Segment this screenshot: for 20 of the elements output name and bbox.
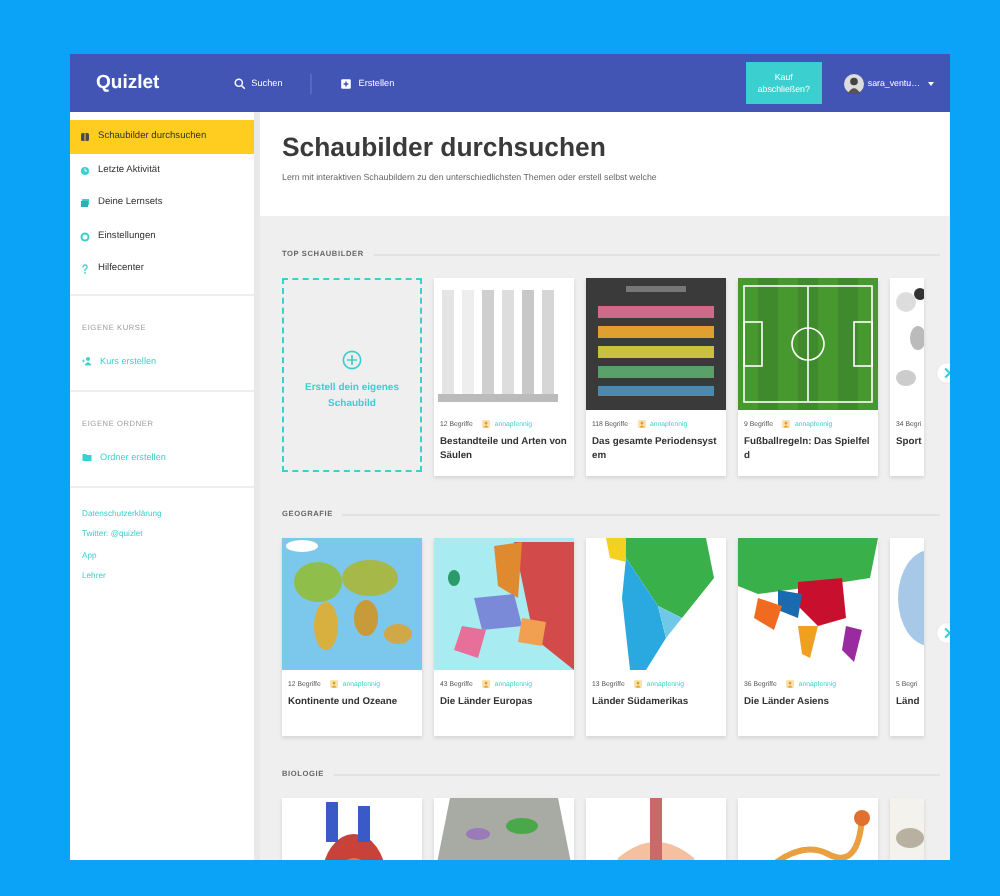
add-icon — [342, 350, 362, 371]
search-icon — [233, 77, 246, 89]
page-title: Schaubilder durchsuchen — [282, 132, 608, 162]
clock-icon — [80, 165, 90, 175]
user-icon — [634, 680, 643, 688]
logo[interactable]: Quizlet — [96, 72, 160, 94]
book-icon — [80, 132, 90, 142]
help-icon — [80, 264, 90, 274]
user-icon — [330, 680, 339, 688]
user-icon — [782, 420, 791, 428]
user-icon — [482, 680, 491, 688]
caret-icon[interactable] — [928, 81, 934, 85]
user-icon — [637, 420, 646, 428]
people-icon — [82, 355, 92, 365]
folder-icon — [82, 451, 92, 461]
avatar-icon[interactable] — [843, 73, 864, 93]
user-icon — [482, 420, 491, 428]
user-icon — [786, 680, 795, 688]
cards-icon — [80, 198, 90, 208]
add-icon — [340, 77, 353, 89]
